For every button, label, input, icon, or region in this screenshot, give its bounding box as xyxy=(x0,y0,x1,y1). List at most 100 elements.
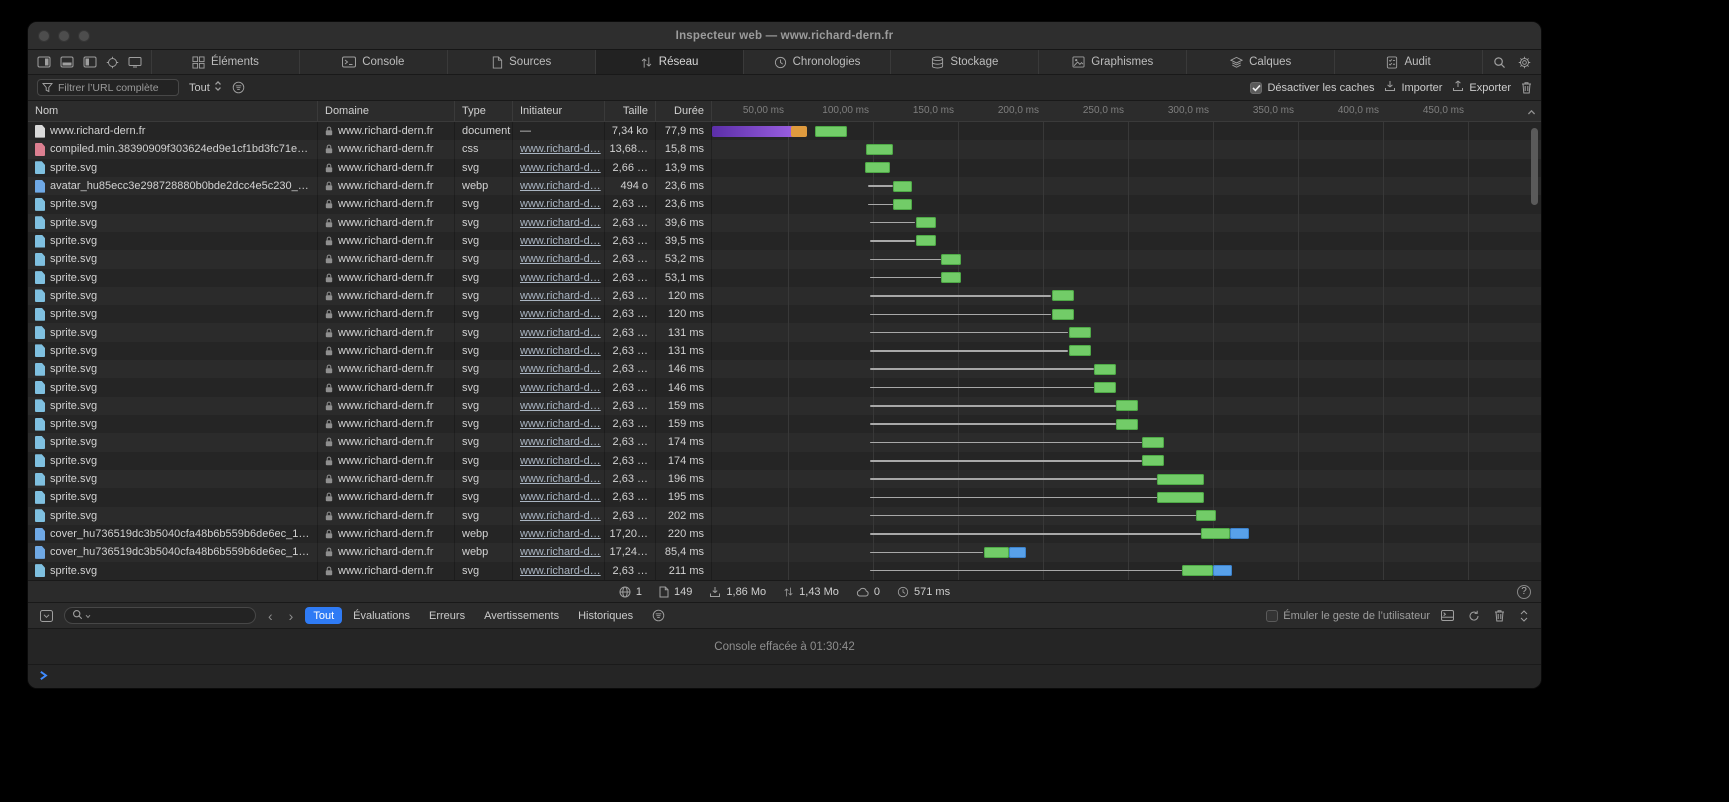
network-request-row[interactable]: sprite.svg www.richard-dern.fr svg www.r… xyxy=(28,232,1541,250)
clear-network-trash-icon[interactable] xyxy=(1521,81,1532,94)
chevron-up-icon[interactable] xyxy=(1527,107,1536,119)
resource-type-dropdown[interactable]: Tout xyxy=(189,80,222,95)
dock-left-icon[interactable] xyxy=(83,56,97,68)
dock-bottom-icon[interactable] xyxy=(60,56,74,68)
network-request-row[interactable]: sprite.svg www.richard-dern.fr svg www.r… xyxy=(28,250,1541,268)
initiator-link[interactable]: www.richard-d… xyxy=(513,250,605,268)
initiator-link[interactable]: www.richard-d… xyxy=(513,397,605,415)
console-tab-evaluations[interactable]: Évaluations xyxy=(345,607,418,624)
initiator-link[interactable]: www.richard-d… xyxy=(513,470,605,488)
disable-caches-checkbox[interactable]: Désactiver les caches xyxy=(1250,82,1374,94)
network-request-row[interactable]: sprite.svg www.richard-dern.fr svg www.r… xyxy=(28,342,1541,360)
network-request-row[interactable]: sprite.svg www.richard-dern.fr svg www.r… xyxy=(28,488,1541,506)
zoom-window-button[interactable] xyxy=(78,30,90,42)
network-request-row[interactable]: compiled.min.38390909f303624ed9e1cf1bd3f… xyxy=(28,140,1541,158)
initiator-link[interactable]: www.richard-d… xyxy=(513,507,605,525)
network-request-row[interactable]: sprite.svg www.richard-dern.fr svg www.r… xyxy=(28,214,1541,232)
initiator-link[interactable]: www.richard-d… xyxy=(513,232,605,250)
tab-audit[interactable]: Audit xyxy=(1334,50,1482,74)
initiator-link[interactable]: www.richard-d… xyxy=(513,269,605,287)
dock-right-icon[interactable] xyxy=(37,56,51,68)
network-request-row[interactable]: sprite.svg www.richard-dern.fr svg www.r… xyxy=(28,397,1541,415)
network-request-row[interactable]: sprite.svg www.richard-dern.fr svg www.r… xyxy=(28,470,1541,488)
network-request-row[interactable]: sprite.svg www.richard-dern.fr svg www.r… xyxy=(28,415,1541,433)
initiator-link[interactable]: www.richard-d… xyxy=(513,360,605,378)
tab-network[interactable]: Réseau xyxy=(595,50,743,74)
console-tab-erreurs[interactable]: Erreurs xyxy=(421,607,473,624)
export-button[interactable]: Exporter xyxy=(1452,80,1511,95)
console-prompt[interactable] xyxy=(28,665,1541,688)
column-header-nom[interactable]: Nom xyxy=(28,101,318,121)
next-result-button[interactable]: › xyxy=(285,609,298,623)
filter-options-icon[interactable] xyxy=(232,81,245,94)
network-request-row[interactable]: sprite.svg www.richard-dern.fr svg www.r… xyxy=(28,360,1541,378)
tab-storage[interactable]: Stockage xyxy=(890,50,1038,74)
network-request-row[interactable]: sprite.svg www.richard-dern.fr svg www.r… xyxy=(28,195,1541,213)
initiator-link[interactable]: www.richard-d… xyxy=(513,287,605,305)
column-header-type[interactable]: Type xyxy=(455,101,513,121)
initiator-link[interactable]: www.richard-d… xyxy=(513,195,605,213)
initiator-link[interactable]: www.richard-d… xyxy=(513,415,605,433)
initiator-link[interactable]: www.richard-d… xyxy=(513,323,605,341)
column-header-initiateur[interactable]: Initiateur xyxy=(513,101,605,121)
initiator-link[interactable]: www.richard-d… xyxy=(513,378,605,396)
network-request-row[interactable]: sprite.svg www.richard-dern.fr svg www.r… xyxy=(28,452,1541,470)
help-button[interactable]: ? xyxy=(1517,585,1531,599)
initiator-link[interactable]: www.richard-d… xyxy=(513,562,605,580)
network-request-row[interactable]: sprite.svg www.richard-dern.fr svg www.r… xyxy=(28,507,1541,525)
settings-gear-icon[interactable] xyxy=(1518,56,1531,69)
console-tab-avertissements[interactable]: Avertissements xyxy=(476,607,567,624)
initiator-link[interactable]: www.richard-d… xyxy=(513,177,605,195)
tab-sources[interactable]: Sources xyxy=(447,50,595,74)
console-filter-icon[interactable] xyxy=(37,610,56,622)
search-icon[interactable] xyxy=(1493,56,1506,69)
expand-console-icon[interactable] xyxy=(1516,610,1532,622)
console-tab-tout[interactable]: Tout xyxy=(305,607,342,624)
device-settings-icon[interactable] xyxy=(128,56,142,68)
tab-console[interactable]: Console xyxy=(299,50,447,74)
close-window-button[interactable] xyxy=(38,30,50,42)
initiator-link[interactable]: www.richard-d… xyxy=(513,214,605,232)
tab-layers[interactable]: Calques xyxy=(1186,50,1334,74)
console-drawer-icon[interactable] xyxy=(1438,610,1457,621)
minimize-window-button[interactable] xyxy=(58,30,70,42)
console-search-field[interactable] xyxy=(64,607,256,624)
network-request-row[interactable]: sprite.svg www.richard-dern.fr svg www.r… xyxy=(28,305,1541,323)
element-picker-icon[interactable] xyxy=(106,56,119,69)
initiator-link[interactable]: www.richard-d… xyxy=(513,488,605,506)
initiator-link[interactable]: www.richard-d… xyxy=(513,305,605,323)
network-request-row[interactable]: sprite.svg www.richard-dern.fr svg www.r… xyxy=(28,562,1541,580)
initiator-link[interactable]: www.richard-d… xyxy=(513,525,605,543)
network-request-row[interactable]: sprite.svg www.richard-dern.fr svg www.r… xyxy=(28,287,1541,305)
trash-icon[interactable] xyxy=(1491,609,1508,622)
clear-console-icon[interactable] xyxy=(1465,610,1483,622)
network-request-row[interactable]: sprite.svg www.richard-dern.fr svg www.r… xyxy=(28,433,1541,451)
console-scope-options-icon[interactable] xyxy=(649,609,668,622)
tab-graphics[interactable]: Graphismes xyxy=(1038,50,1186,74)
import-button[interactable]: Importer xyxy=(1384,80,1442,95)
network-request-row[interactable]: sprite.svg www.richard-dern.fr svg www.r… xyxy=(28,269,1541,287)
initiator-link[interactable]: www.richard-d… xyxy=(513,433,605,451)
network-request-row[interactable]: sprite.svg www.richard-dern.fr svg www.r… xyxy=(28,378,1541,396)
network-request-row[interactable]: www.richard-dern.fr www.richard-dern.fr … xyxy=(28,122,1541,140)
network-request-row[interactable]: cover_hu736519dc3b5040cfa48b6b559b6de6ec… xyxy=(28,543,1541,561)
initiator-link[interactable]: www.richard-d… xyxy=(513,140,605,158)
column-header-domaine[interactable]: Domaine xyxy=(318,101,455,121)
initiator-link[interactable]: www.richard-d… xyxy=(513,342,605,360)
column-header-taille[interactable]: Taille xyxy=(605,101,656,121)
tab-elements[interactable]: Éléments xyxy=(151,50,299,74)
clock-icon xyxy=(897,586,909,598)
emulate-user-gesture-checkbox[interactable]: Émuler le geste de l’utilisateur xyxy=(1266,610,1430,622)
console-tab-historiques[interactable]: Historiques xyxy=(570,607,641,624)
initiator-link[interactable]: www.richard-d… xyxy=(513,452,605,470)
column-header-duree[interactable]: Durée xyxy=(656,101,712,121)
previous-result-button[interactable]: ‹ xyxy=(264,609,277,623)
tab-timelines[interactable]: Chronologies xyxy=(743,50,891,74)
initiator-link[interactable]: www.richard-d… xyxy=(513,159,605,177)
network-request-row[interactable]: avatar_hu85ecc3e298728880b0bde2dcc4e5c23… xyxy=(28,177,1541,195)
url-filter-input[interactable] xyxy=(37,79,179,96)
initiator-link[interactable]: www.richard-d… xyxy=(513,543,605,561)
network-request-row[interactable]: cover_hu736519dc3b5040cfa48b6b559b6de6ec… xyxy=(28,525,1541,543)
network-request-row[interactable]: sprite.svg www.richard-dern.fr svg www.r… xyxy=(28,159,1541,177)
network-request-row[interactable]: sprite.svg www.richard-dern.fr svg www.r… xyxy=(28,323,1541,341)
